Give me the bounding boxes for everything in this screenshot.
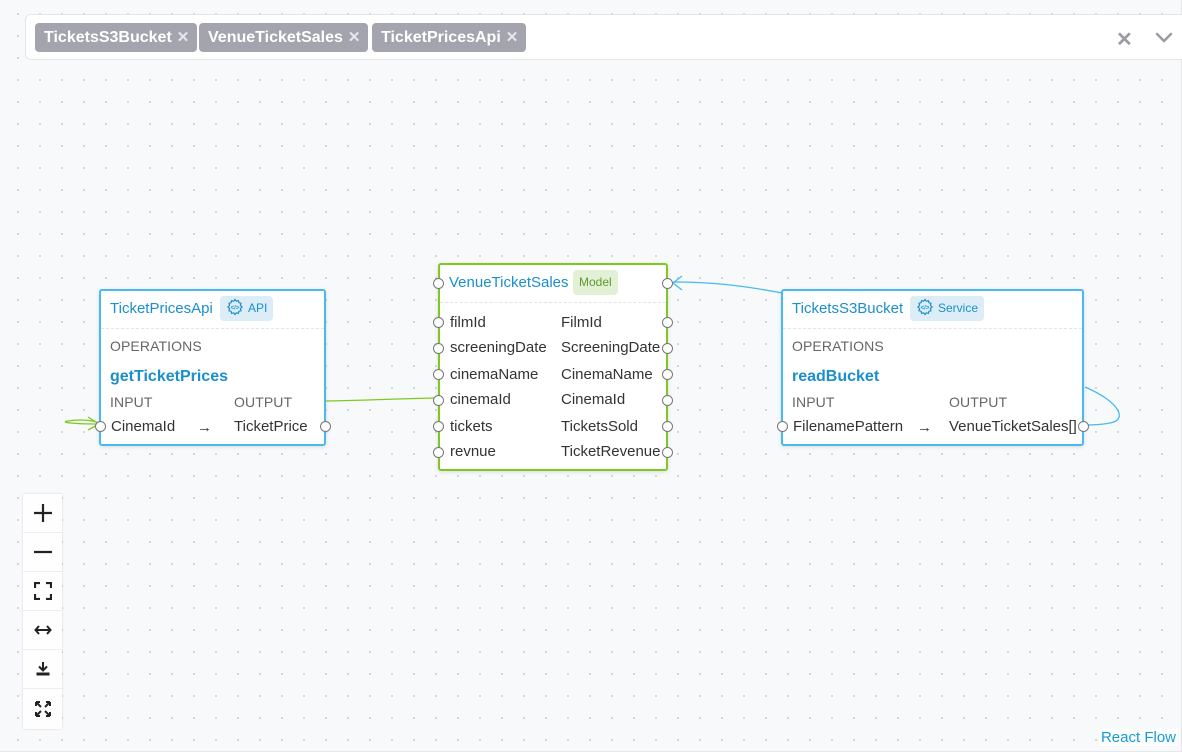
input-type: CinemaId [111,418,176,435]
filter-chip: TicketsS3Bucket ✕ [35,23,198,52]
node-output-handle[interactable] [662,278,673,289]
section-label: OPERATIONS [110,338,202,354]
output-label: OUTPUT [234,394,293,410]
flow-controls [23,494,62,729]
download-icon [36,662,49,676]
field-output-handle[interactable] [662,447,673,458]
node-title[interactable]: TicketsS3Bucket [792,300,903,317]
filter-chip: TicketPricesApi ✕ [372,23,527,52]
node-type-badge: </> Service [910,296,985,321]
field-output-handle[interactable] [662,395,673,406]
svg-text:</>: </> [231,306,240,312]
field-type: CinemaName [561,366,653,383]
chip-label: TicketsS3Bucket [44,29,172,46]
arrow-icon: → [197,419,212,436]
field-type: TicketsSold [561,418,638,435]
zoom-out-button[interactable] [23,533,62,572]
node-type-badge: Model [573,270,618,295]
output-label: OUTPUT [949,394,1008,410]
chip-remove-icon[interactable]: ✕ [348,29,361,46]
field-input-handle[interactable] [433,369,444,380]
chip-label: TicketPricesApi [381,29,501,46]
output-handle[interactable] [1078,421,1089,432]
node-title[interactable]: TicketPricesApi [110,300,213,317]
field-output-handle[interactable] [662,343,673,354]
fullscreen-button[interactable] [23,689,62,728]
field-name: tickets [450,418,493,435]
chevron-down-icon[interactable] [1152,23,1176,51]
output-handle[interactable] [320,421,331,432]
node-header: TicketPricesApi </> API [101,291,324,329]
field-input-handle[interactable] [433,421,444,432]
fit-view-icon [33,582,52,600]
clear-all-icon[interactable]: ✕ [1116,27,1133,52]
field-name: filmId [450,314,486,331]
input-handle[interactable] [777,421,788,432]
badge-label: Service [938,301,979,315]
svg-text:</>: </> [921,306,930,312]
field-input-handle[interactable] [433,395,444,406]
expand-icon [34,700,51,717]
plus-icon [33,504,52,522]
input-label: INPUT [792,394,835,410]
node-title[interactable]: VenueTicketSales [449,274,569,291]
node-venue-ticket-sales[interactable]: VenueTicketSales Model filmId FilmId scr… [433,263,673,471]
badge-label: API [248,301,268,315]
horizontal-arrows-icon [33,625,52,635]
operation-name[interactable]: readBucket [792,368,879,386]
node-input-handle[interactable] [433,278,444,289]
fit-view-button[interactable] [23,572,62,611]
field-output-handle[interactable] [662,317,673,328]
arrow-icon: → [917,419,932,436]
minus-icon [33,550,52,554]
filter-chip: VenueTicketSales ✕ [199,23,369,52]
zoom-in-button[interactable] [23,494,62,533]
section-label: OPERATIONS [792,338,884,354]
field-input-handle[interactable] [433,317,444,328]
chip-label: VenueTicketSales [208,29,343,46]
field-type: TicketRevenue [561,443,661,460]
input-handle[interactable] [95,421,106,432]
field-type: CinemaId [561,391,626,408]
chip-remove-icon[interactable]: ✕ [177,29,190,46]
operation-name[interactable]: getTicketPrices [110,368,228,386]
node-type-badge: </> API [220,296,274,321]
field-type: FilmId [561,314,602,331]
node-tickets-s3-bucket[interactable]: TicketsS3Bucket </> Service OPERATIONS re… [777,289,1089,446]
input-type: FilenamePattern [793,418,904,435]
field-name: cinemaName [450,366,539,383]
node-header: VenueTicketSales Model [433,265,673,303]
react-flow-attribution[interactable]: React Flow [1098,729,1178,746]
field-type: ScreeningDate [561,339,661,356]
download-button[interactable] [23,650,62,689]
field-output-handle[interactable] [662,421,673,432]
service-gear-icon: </> [917,298,933,316]
field-output-handle[interactable] [662,369,673,380]
chip-remove-icon[interactable]: ✕ [506,29,519,46]
field-name: screeningDate [450,339,547,356]
horizontal-layout-button[interactable] [23,611,62,650]
input-label: INPUT [110,394,153,410]
field-name: cinemaId [450,391,511,408]
field-input-handle[interactable] [433,343,444,354]
node-header: TicketsS3Bucket </> Service [783,291,1082,329]
output-type: TicketPrice [234,418,308,435]
field-name: revnue [450,443,496,460]
node-ticket-prices-api[interactable]: TicketPricesApi </> API OPERATIONS getTic… [95,289,331,446]
output-type: VenueTicketSales[] [949,418,1077,435]
node-filter-bar[interactable]: TicketsS3Bucket ✕ VenueTicketSales ✕ Ticke… [25,14,1182,60]
field-input-handle[interactable] [433,447,444,458]
api-gear-icon: </> [227,298,243,316]
